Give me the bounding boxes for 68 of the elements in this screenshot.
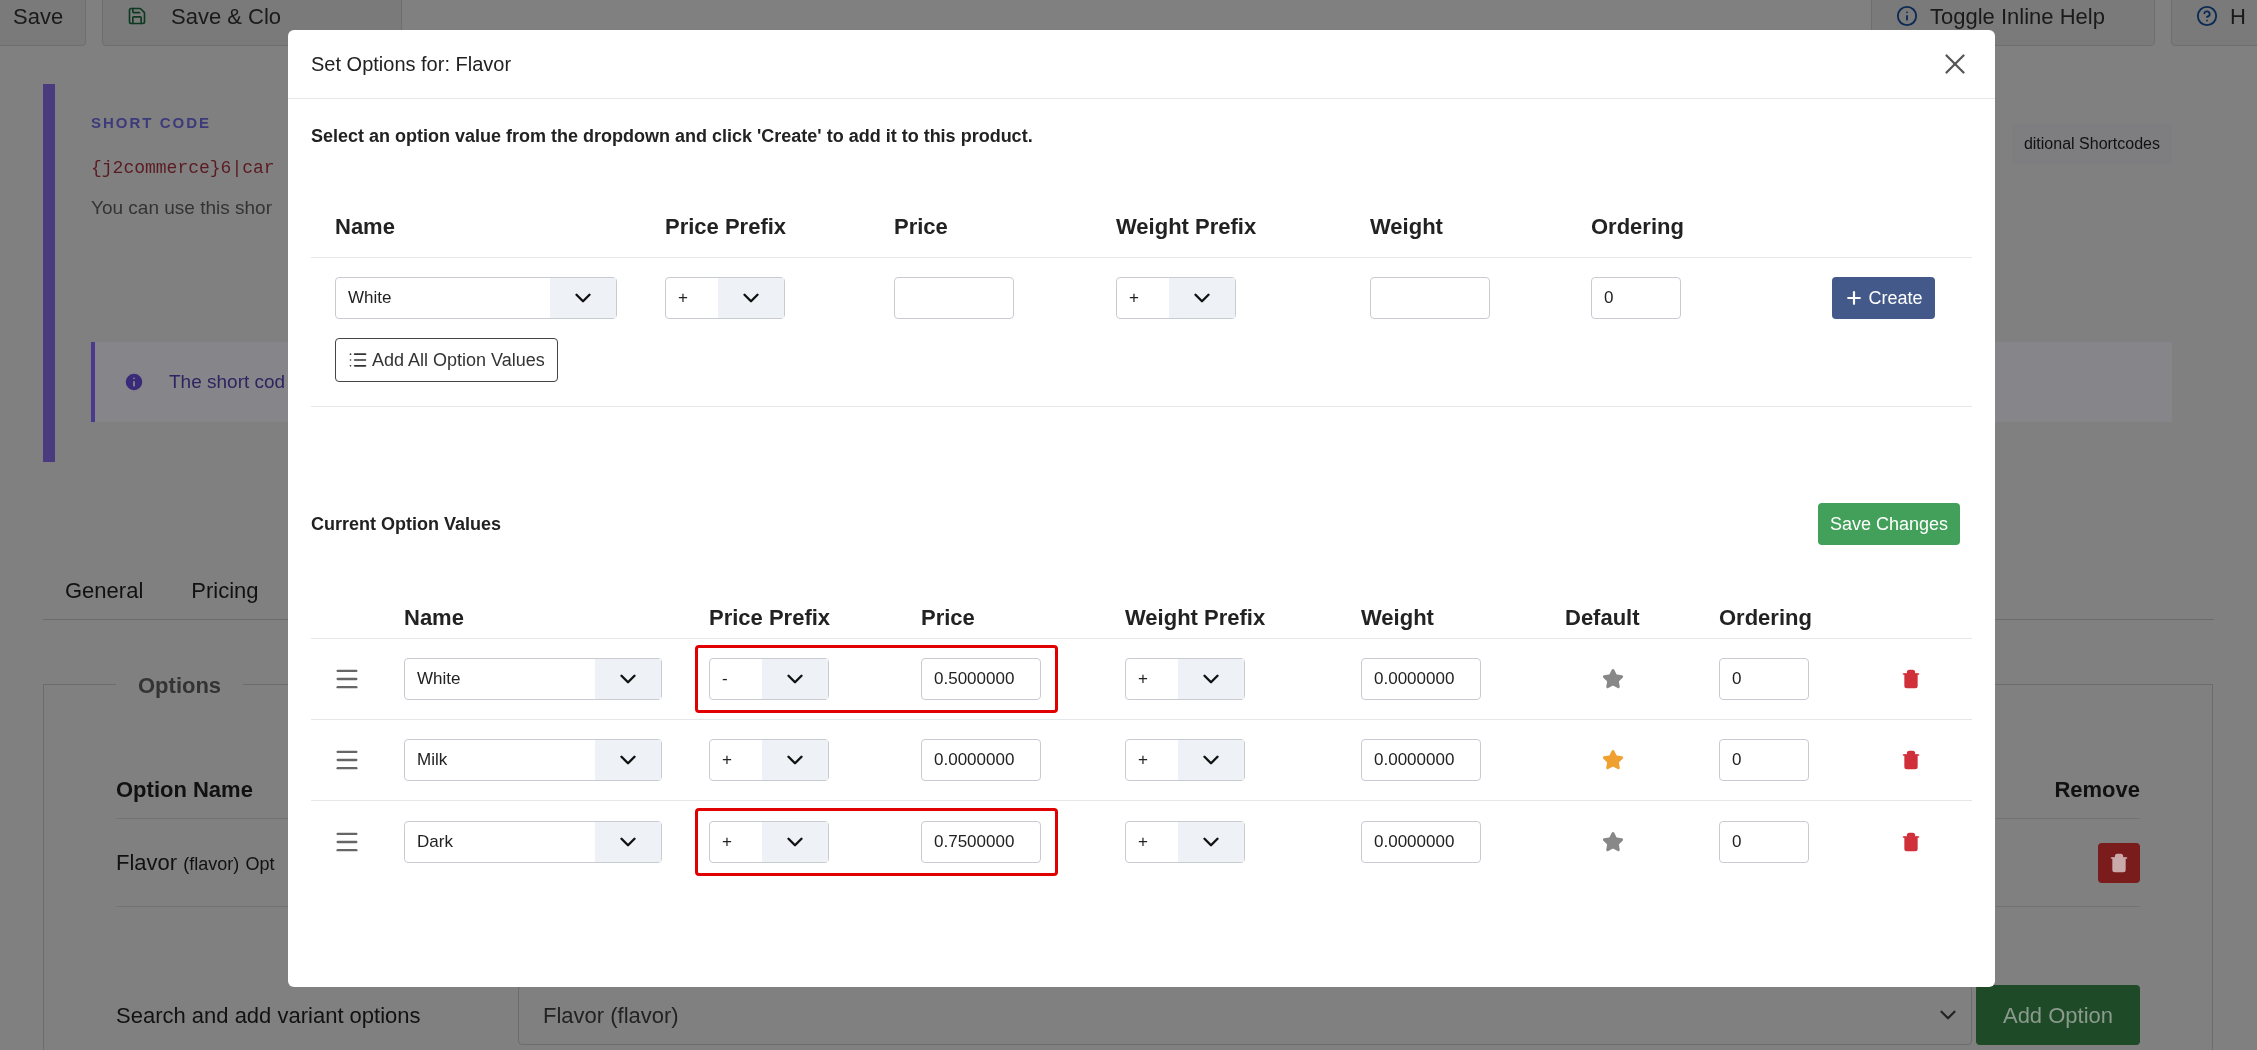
- column-header: Name: [335, 213, 396, 241]
- trash-icon[interactable]: [1901, 750, 1921, 770]
- tab[interactable]: General: [65, 574, 144, 607]
- column-header: Weight Prefix: [1125, 604, 1267, 632]
- ordering-input[interactable]: 0: [1719, 658, 1809, 700]
- ordering-input[interactable]: 0: [1591, 277, 1681, 319]
- weight-input[interactable]: 0.0000000: [1361, 739, 1481, 781]
- alert-text: The short cod: [169, 369, 286, 394]
- column-header: Ordering: [1719, 604, 1813, 632]
- column-header: Price Prefix: [709, 604, 832, 632]
- tab[interactable]: Pricing: [191, 574, 259, 607]
- column-header: Weight Prefix: [1116, 213, 1258, 241]
- prefix-select[interactable]: +: [709, 820, 829, 863]
- column-header: Price: [894, 213, 949, 241]
- name-select[interactable]: White: [404, 658, 662, 700]
- trash-icon[interactable]: [1901, 831, 1921, 852]
- column-header: Ordering: [1591, 213, 1685, 241]
- prefix-select[interactable]: +: [1125, 820, 1245, 863]
- prefix-select[interactable]: +: [665, 277, 785, 319]
- delete-button[interactable]: [2098, 842, 2140, 883]
- toolbar-button[interactable]: H: [2171, 0, 2257, 46]
- add-all-button[interactable]: Add All Option Values: [335, 338, 558, 382]
- name-select[interactable]: White: [335, 277, 617, 319]
- price-input[interactable]: 0.5000000: [921, 658, 1041, 700]
- column-header: Price: [921, 604, 976, 632]
- list-icon: [348, 350, 368, 370]
- price-input[interactable]: 0.7500000: [921, 820, 1041, 863]
- description-text: You can use this shor: [91, 195, 273, 220]
- prefix-select[interactable]: +: [709, 739, 829, 781]
- name-select[interactable]: Milk: [404, 739, 662, 781]
- prefix-select[interactable]: +: [1116, 277, 1236, 319]
- star-icon[interactable]: [1602, 668, 1624, 690]
- prefix-select[interactable]: +: [1125, 739, 1245, 781]
- info-icon: [1896, 5, 1918, 27]
- column-header: Name: [404, 604, 465, 632]
- shortcode-text: {j2commerce}6|car: [91, 156, 275, 180]
- option-name-text: Flavor (flavor) Opt: [116, 849, 275, 877]
- column-header: Default: [1565, 604, 1641, 632]
- column-header: Remove: [2054, 776, 2140, 804]
- column-header: Option Name: [116, 776, 253, 804]
- trash-icon: [2109, 852, 2129, 873]
- save-icon: [127, 6, 147, 26]
- toolbar-button[interactable]: Save: [0, 0, 86, 46]
- weight-input[interactable]: 0.0000000: [1361, 820, 1481, 863]
- weight-input[interactable]: [1370, 277, 1490, 319]
- price-input[interactable]: [894, 277, 1014, 319]
- ordering-input[interactable]: 0: [1719, 820, 1809, 863]
- prefix-select[interactable]: -: [709, 658, 829, 700]
- trash-icon[interactable]: [1901, 669, 1921, 689]
- weight-input[interactable]: 0.0000000: [1361, 658, 1481, 700]
- column-header: Weight: [1370, 213, 1444, 241]
- price-input[interactable]: 0.0000000: [921, 739, 1041, 781]
- prefix-select[interactable]: +: [1125, 658, 1245, 700]
- create-button[interactable]: Create: [1832, 277, 1935, 319]
- star-icon[interactable]: [1602, 830, 1624, 853]
- column-header: Weight: [1361, 604, 1435, 632]
- help-icon: [2196, 5, 2218, 27]
- column-header: Price Prefix: [665, 213, 788, 241]
- search-select[interactable]: Flavor (flavor): [518, 985, 1972, 1045]
- star-icon[interactable]: [1602, 749, 1624, 771]
- name-select[interactable]: Dark: [404, 820, 662, 863]
- section-heading: SHORT CODE: [91, 113, 212, 133]
- section-title: Current Option Values: [311, 512, 502, 536]
- instruction-text: Select an option value from the dropdown and click 'Create' to add it to this product.: [311, 125, 1034, 148]
- modal-title: Set Options for: Flavor: [311, 52, 512, 77]
- search-label: Search and add variant options: [116, 1001, 422, 1030]
- info-icon: [123, 371, 145, 393]
- ordering-input[interactable]: 0: [1719, 739, 1809, 781]
